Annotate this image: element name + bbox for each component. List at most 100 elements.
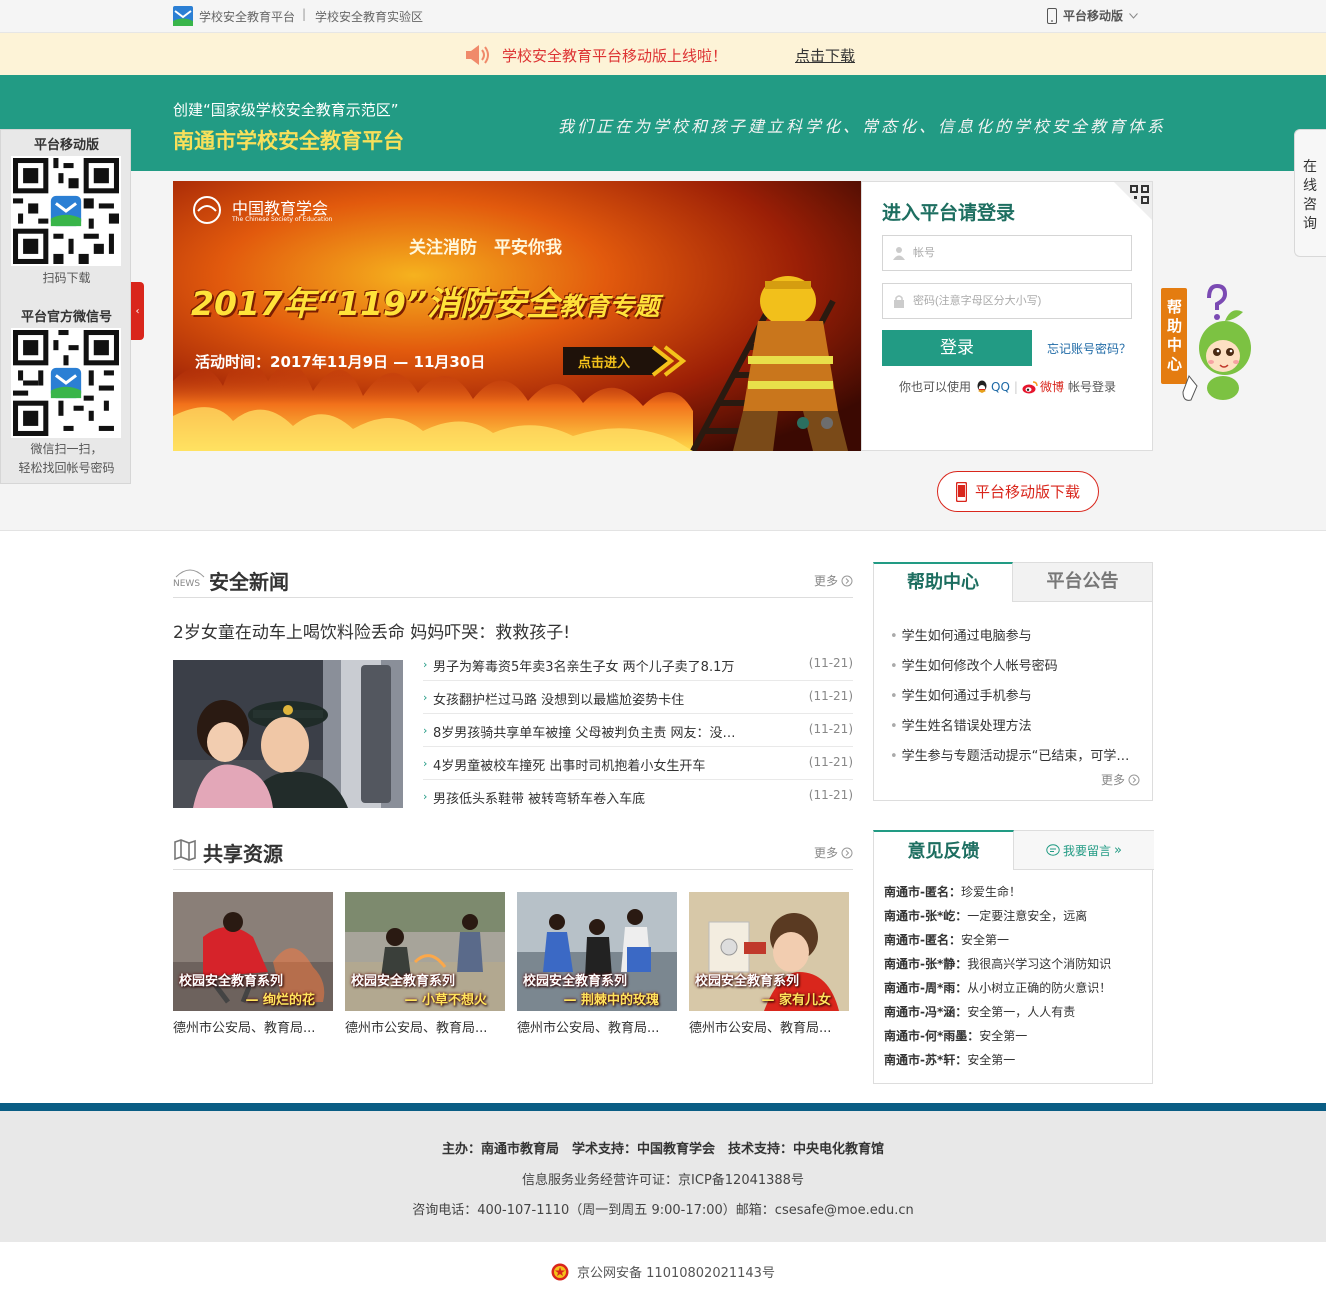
chevron-down-icon bbox=[1129, 12, 1138, 19]
feedback-user: 南通市-张*静： bbox=[884, 957, 968, 971]
feedback-box: 意见反馈 我要留言 » 南通市-匿名：珍爱生命！ 南通市-张*屹：一定要注意安全… bbox=[873, 830, 1154, 1084]
feedback-item[interactable]: 南通市-匿名：珍爱生命！ bbox=[884, 883, 1146, 907]
feedback-item[interactable]: 南通市-匿名：安全第一 bbox=[884, 931, 1146, 955]
feedback-item[interactable]: 南通市-何*雨墨：安全第一 bbox=[884, 1027, 1146, 1051]
mobile-download-button[interactable]: 平台移动版下载 bbox=[937, 471, 1099, 512]
news-item-date: (11-21) bbox=[808, 788, 853, 802]
resources-more-link[interactable]: 更多 bbox=[814, 844, 853, 861]
svg-text:NEWS: NEWS bbox=[173, 579, 200, 589]
qr-wechat-title: 平台官方微信号 bbox=[20, 310, 112, 325]
help-more-link[interactable]: 更多 bbox=[1101, 771, 1140, 788]
qr-mobile-title: 平台移动版 bbox=[33, 138, 99, 153]
news-item-title: 4岁男童被校车撞死 出事时司机抱着小女生开车 bbox=[433, 759, 706, 774]
login-divider: | bbox=[1013, 379, 1018, 394]
help-item[interactable]: 学生如何通过电脑参与 bbox=[890, 625, 1146, 655]
login-button[interactable]: 登录 bbox=[882, 330, 1032, 366]
feedback-item[interactable]: 南通市-周*雨：从小树立正确的防火意识！ bbox=[884, 979, 1146, 1003]
password-input[interactable]: 密码(注意字母区分大小写) bbox=[882, 283, 1132, 319]
help-center-float-label: 帮助中心 bbox=[1167, 298, 1183, 373]
news-item-title: 8岁男孩骑共享单车被撞 父母被判负主责 网友：没… bbox=[433, 726, 736, 741]
promo-banner[interactable]: 中国教育学会 The Chinese Society of Education … bbox=[173, 181, 861, 451]
resource-name: — 小草不想火 bbox=[404, 993, 487, 1008]
qr-wechat-caption-1: 微信扫一扫， bbox=[30, 442, 103, 456]
footer-license[interactable]: 信息服务业务经营许可证：京ICP备12041388号 bbox=[0, 1169, 1326, 1188]
map-icon bbox=[174, 839, 196, 861]
feedback-user: 南通市-冯*涵： bbox=[884, 1005, 968, 1019]
banner-headline-small: 教育专题 bbox=[559, 292, 660, 321]
tab-platform-notice[interactable]: 平台公告 bbox=[1013, 562, 1153, 602]
weibo-login-link[interactable]: 微博 bbox=[1022, 378, 1064, 395]
feedback-user: 南通市-匿名： bbox=[884, 933, 961, 947]
chevron-right-icon: › bbox=[423, 757, 428, 770]
news-more-label: 更多 bbox=[813, 574, 838, 588]
phone-icon bbox=[1047, 7, 1057, 24]
news-item[interactable]: › 男孩低头系鞋带 被转弯轿车卷入车底 (11-21) bbox=[423, 780, 853, 813]
resources-section-header: 共享资源 更多 bbox=[173, 834, 853, 870]
banner-enter-button[interactable]: 点击进入 bbox=[578, 352, 630, 371]
feedback-text: 安全第一，人人有责 bbox=[967, 1005, 1076, 1019]
news-item[interactable]: › 女孩翻护栏过马路 没想到以最尴尬姿势卡住 (11-21) bbox=[423, 681, 853, 714]
footer-contact: 咨询电话：400-107-1110（周一到周五 9:00-17:00）邮箱：cs… bbox=[412, 1203, 914, 1218]
experiment-zone-link[interactable]: 学校安全教育实验区 bbox=[315, 8, 423, 25]
news-lead-headline[interactable]: 2岁女童在动车上喝饮料险丢命 妈妈吓哭：救救孩子! bbox=[173, 618, 570, 643]
tab-help-center[interactable]: 帮助中心 bbox=[873, 562, 1013, 602]
news-item[interactable]: › 男子为筹毒资5年卖3名亲生子女 两个儿子卖了8.1万 (11-21) bbox=[423, 648, 853, 681]
mobile-qr-code bbox=[11, 156, 121, 266]
news-title: 安全新闻 bbox=[209, 570, 289, 594]
resource-thumbnail: 校园安全教育系列 — 家有儿女 bbox=[689, 892, 849, 1011]
qr-login-corner-icon[interactable] bbox=[1114, 182, 1152, 220]
news-item-title: 男孩低头系鞋带 被转弯轿车卷入车底 bbox=[433, 792, 646, 807]
qq-login-link[interactable]: QQ bbox=[975, 380, 1010, 394]
feedback-user: 南通市-匿名： bbox=[884, 885, 961, 899]
news-item[interactable]: › 4岁男童被校车撞死 出事时司机抱着小女生开车 (11-21) bbox=[423, 747, 853, 780]
resource-caption: 德州市公安局、教育局... bbox=[345, 1021, 488, 1036]
news-more-link[interactable]: 更多 bbox=[814, 572, 853, 589]
phone-icon bbox=[955, 481, 967, 502]
help-list: 学生如何通过电脑参与 学生如何修改个人帐号密码 学生如何通过手机参与 学生姓名错… bbox=[890, 625, 1146, 775]
resource-caption: 德州市公安局、教育局... bbox=[173, 1021, 316, 1036]
help-center-float[interactable]: 帮助中心 bbox=[1159, 283, 1253, 410]
footer-sponsors: 主办：南通市教育局 学术支持：中国教育学会 技术支持：中央电化教育馆 bbox=[441, 1142, 884, 1157]
feedback-item[interactable]: 南通市-张*屹：一定要注意安全，远离 bbox=[884, 907, 1146, 931]
user-icon bbox=[893, 247, 905, 260]
help-item[interactable]: 学生如何修改个人帐号密码 bbox=[890, 655, 1146, 685]
leave-message-button[interactable]: 我要留言 » bbox=[1014, 830, 1154, 870]
qr-panel-collapse-tab[interactable]: ‹ bbox=[131, 282, 144, 340]
news-item-date: (11-21) bbox=[808, 656, 853, 670]
help-item[interactable]: 学生如何通过手机参与 bbox=[890, 685, 1146, 715]
other-login-prefix: 你也可以使用 bbox=[899, 380, 972, 394]
help-tabs: 帮助中心 平台公告 bbox=[873, 562, 1153, 602]
resource-card[interactable]: 校园安全教育系列 — 绚烂的花 德州市公安局、教育局... bbox=[173, 892, 333, 1036]
news-item-title: 男子为筹毒资5年卖3名亲生子女 两个儿子卖了8.1万 bbox=[433, 660, 735, 675]
online-consult-tab[interactable]: 在线咨询 bbox=[1294, 129, 1326, 257]
tab-feedback[interactable]: 意见反馈 bbox=[873, 830, 1014, 870]
feedback-user: 南通市-何*雨墨： bbox=[884, 1029, 980, 1043]
notice-download-link[interactable]: 点击下载 bbox=[795, 45, 855, 66]
feedback-item[interactable]: 南通市-冯*涵：安全第一，人人有责 bbox=[884, 1003, 1146, 1027]
site-name-link[interactable]: 学校安全教育平台 bbox=[199, 8, 295, 25]
resource-card[interactable]: 校园安全教育系列 — 家有儿女 德州市公安局、教育局... bbox=[689, 892, 849, 1036]
weibo-icon bbox=[1022, 380, 1038, 393]
resource-card[interactable]: 校园安全教育系列 — 荆棘中的玫瑰 德州市公安局、教育局... bbox=[517, 892, 677, 1036]
help-item[interactable]: 学生姓名错误处理方法 bbox=[890, 715, 1146, 745]
news-item-date: (11-21) bbox=[808, 722, 853, 736]
lock-icon bbox=[894, 295, 904, 308]
feedback-item[interactable]: 南通市-张*静：我很高兴学习这个消防知识 bbox=[884, 955, 1146, 979]
news-photo bbox=[173, 660, 403, 808]
online-consult-label: 在线咨询 bbox=[1303, 159, 1317, 232]
police-record[interactable]: 京公网安备 11010802021143号 bbox=[0, 1262, 1326, 1281]
qr-code-icon bbox=[13, 330, 119, 436]
feedback-item[interactable]: 南通市-苏*轩：安全第一 bbox=[884, 1051, 1146, 1075]
resource-series: 校园安全教育系列 bbox=[351, 974, 456, 989]
account-input[interactable]: 帐号 bbox=[882, 235, 1132, 271]
mobile-version-dropdown[interactable]: 平台移动版 bbox=[1047, 7, 1138, 24]
header-slogan: 我们正在为学校和孩子建立科学化、常态化、信息化的学校安全教育体系 bbox=[558, 117, 1167, 136]
site-header: 创建“国家级学校安全教育示范区” 南通市学校安全教育平台 我们正在为学校和孩子建… bbox=[0, 75, 1326, 171]
news-lead-image[interactable] bbox=[173, 660, 403, 808]
news-item[interactable]: › 8岁男孩骑共享单车被撞 父母被判负主责 网友：没… (11-21) bbox=[423, 714, 853, 747]
forgot-password-link[interactable]: 忘记账号密码？ bbox=[1047, 340, 1131, 357]
resource-card[interactable]: 校园安全教育系列 — 小草不想火 德州市公安局、教育局... bbox=[345, 892, 505, 1036]
mobile-version-label: 平台移动版 bbox=[1063, 9, 1124, 23]
news-section-header: NEWS 安全新闻 更多 bbox=[173, 562, 853, 598]
topbar-separator: | bbox=[302, 7, 307, 21]
